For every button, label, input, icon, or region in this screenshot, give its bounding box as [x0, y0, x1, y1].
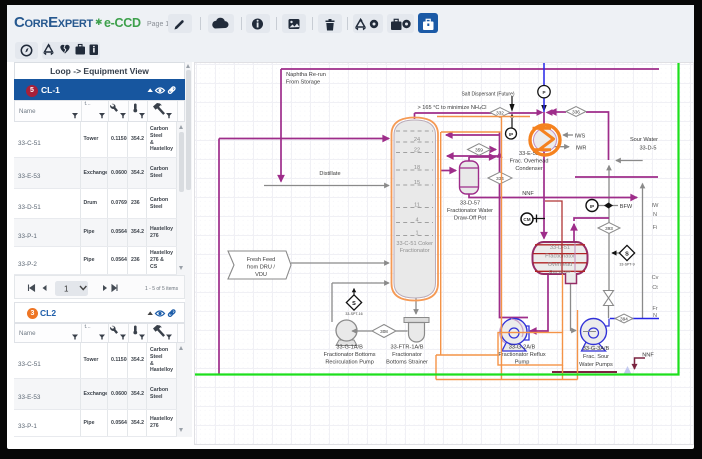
svg-text:22: 22 — [414, 148, 420, 154]
svg-text:1: 1 — [64, 285, 69, 294]
svg-text:Fractionator: Fractionator — [392, 352, 422, 358]
svg-text:33-D-57: 33-D-57 — [460, 201, 480, 207]
svg-text:Fractionator Water: Fractionator Water — [447, 208, 493, 214]
svg-text:Fi: Fi — [653, 225, 658, 231]
svg-text:Naphtha Re-run: Naphtha Re-run — [286, 72, 326, 78]
svg-text:NNF: NNF — [642, 353, 654, 359]
svg-text:Fractionator Reflux: Fractionator Reflux — [498, 352, 545, 358]
svg-text:Draw-Off Pot: Draw-Off Pot — [454, 216, 487, 222]
svg-text:Fractionator: Fractionator — [545, 254, 575, 260]
svg-text:Fresh Feed: Fresh Feed — [247, 257, 276, 263]
svg-text:IW: IW — [652, 203, 660, 209]
svg-text:393: 393 — [605, 226, 613, 231]
svg-text:33-FTR-1A/B: 33-FTR-1A/B — [391, 345, 424, 351]
svg-text:From Storage: From Storage — [286, 80, 320, 86]
svg-text:Distillate: Distillate — [319, 171, 340, 177]
svg-text:33-SPT-16: 33-SPT-16 — [345, 312, 362, 316]
svg-text:Fractionator Bottoms: Fractionator Bottoms — [324, 352, 376, 358]
svg-text:15: 15 — [414, 180, 420, 186]
svg-text:> 165 °C to minimize NH₄Cl: > 165 °C to minimize NH₄Cl — [417, 105, 486, 111]
svg-text:11: 11 — [414, 203, 420, 209]
svg-text:Recirculation Pump: Recirculation Pump — [325, 360, 374, 366]
svg-text:BFW: BFW — [620, 204, 633, 210]
svg-text:359: 359 — [475, 148, 483, 153]
svg-text:IP: IP — [509, 132, 513, 137]
svg-text:N: N — [653, 212, 657, 218]
svg-text:S: S — [352, 301, 356, 307]
svg-text:Fractionator: Fractionator — [400, 248, 430, 254]
svg-text:Water Pumps: Water Pumps — [579, 362, 613, 368]
svg-text:394: 394 — [620, 317, 628, 322]
svg-text:P: P — [542, 90, 545, 95]
svg-text:18: 18 — [414, 165, 420, 171]
svg-text:308: 308 — [380, 329, 388, 334]
svg-text:33-G-3A/B: 33-G-3A/B — [583, 346, 610, 352]
svg-text:VDU: VDU — [255, 272, 267, 278]
svg-text:Frac. Overhead: Frac. Overhead — [510, 159, 549, 165]
svg-text:N: N — [653, 313, 657, 319]
svg-text:1 - 5 of 5 items: 1 - 5 of 5 items — [145, 286, 179, 292]
svg-text:Ct: Ct — [652, 285, 658, 291]
svg-text:33-G-1A/B: 33-G-1A/B — [336, 345, 363, 351]
svg-text:334: 334 — [496, 176, 504, 181]
svg-text:1: 1 — [415, 231, 418, 237]
svg-text:Frac. Sour: Frac. Sour — [583, 354, 609, 360]
svg-text:33-C-51 Coker: 33-C-51 Coker — [396, 241, 433, 247]
svg-text:24: 24 — [414, 137, 420, 143]
svg-text:336: 336 — [572, 110, 580, 115]
svg-text:33-G-2A/B: 33-G-2A/B — [509, 345, 536, 351]
svg-text:33-D-51: 33-D-51 — [550, 245, 570, 251]
svg-text:S: S — [625, 252, 629, 258]
svg-text:NNF: NNF — [522, 191, 534, 197]
svg-text:33-SPT-9: 33-SPT-9 — [619, 263, 634, 267]
svg-text:Bottoms Strainer: Bottoms Strainer — [386, 360, 428, 366]
svg-text:Cv: Cv — [652, 275, 659, 281]
svg-text:33-D-5: 33-D-5 — [639, 146, 656, 152]
svg-text:IWS: IWS — [575, 134, 586, 140]
svg-text:Sour Water: Sour Water — [630, 137, 658, 143]
svg-text:Condenser: Condenser — [515, 166, 543, 172]
svg-text:from DRU /: from DRU / — [247, 265, 275, 271]
svg-text:IP: IP — [590, 204, 594, 209]
svg-text:4: 4 — [415, 218, 418, 224]
svg-text:IWR: IWR — [576, 146, 587, 152]
svg-text:Salt Dispersant (Future): Salt Dispersant (Future) — [461, 92, 514, 98]
svg-text:CM: CM — [523, 217, 530, 222]
svg-text:Overhead: Overhead — [548, 262, 573, 268]
svg-text:332: 332 — [496, 111, 504, 116]
svg-text:Fr: Fr — [652, 306, 657, 312]
